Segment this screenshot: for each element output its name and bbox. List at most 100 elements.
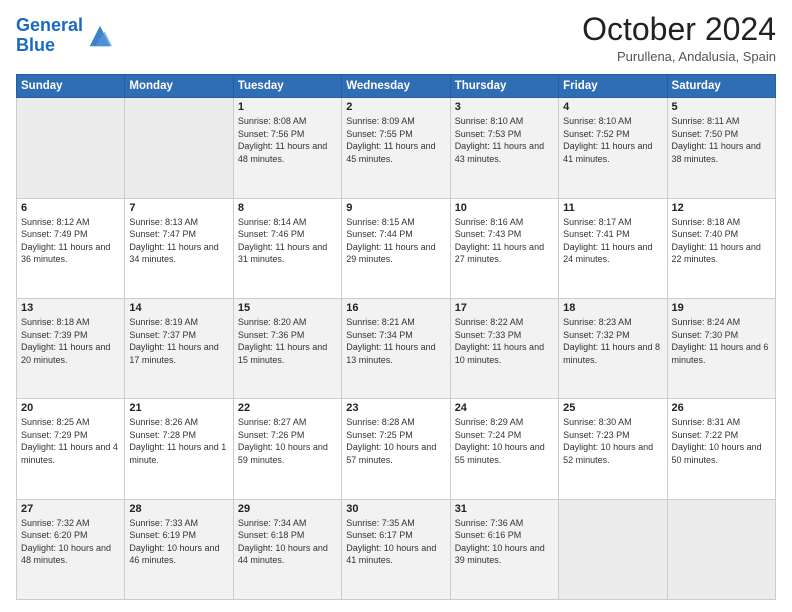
day-number: 29 xyxy=(238,503,337,515)
day-info: Sunrise: 8:09 AM Sunset: 7:55 PM Dayligh… xyxy=(346,115,445,165)
day-number: 19 xyxy=(672,302,771,314)
calendar-cell: 27 Sunrise: 7:32 AM Sunset: 6:20 PM Dayli… xyxy=(17,499,125,599)
calendar-cell: 7 Sunrise: 8:13 AM Sunset: 7:47 PM Daylig… xyxy=(125,198,233,298)
day-number: 7 xyxy=(129,202,228,214)
calendar-cell: 20Sunrise: 8:25 AM Sunset: 7:29 PM Dayli… xyxy=(17,399,125,499)
calendar-cell: 11Sunrise: 8:17 AM Sunset: 7:41 PM Dayli… xyxy=(559,198,667,298)
calendar-cell: 13Sunrise: 8:18 AM Sunset: 7:39 PM Dayli… xyxy=(17,298,125,398)
calendar-cell xyxy=(559,499,667,599)
weekday-header-tuesday: Tuesday xyxy=(233,75,341,98)
day-info: Sunrise: 8:19 AM Sunset: 7:37 PM Dayligh… xyxy=(129,316,228,366)
calendar-cell: 8 Sunrise: 8:14 AM Sunset: 7:46 PM Daylig… xyxy=(233,198,341,298)
day-number: 31 xyxy=(455,503,554,515)
calendar-cell: 14 Sunrise: 8:19 AM Sunset: 7:37 PM Dayli… xyxy=(125,298,233,398)
day-number: 11 xyxy=(563,202,662,214)
weekday-header-saturday: Saturday xyxy=(667,75,775,98)
day-number: 22 xyxy=(238,402,337,414)
calendar-week-row: 27 Sunrise: 7:32 AM Sunset: 6:20 PM Dayli… xyxy=(17,499,776,599)
calendar-week-row: 1 Sunrise: 8:08 AM Sunset: 7:56 PM Daylig… xyxy=(17,98,776,198)
calendar-cell: 25 Sunrise: 8:30 AM Sunset: 7:23 PM Dayli… xyxy=(559,399,667,499)
day-number: 27 xyxy=(21,503,120,515)
calendar-cell xyxy=(667,499,775,599)
calendar-cell: 4 Sunrise: 8:10 AM Sunset: 7:52 PM Daylig… xyxy=(559,98,667,198)
day-number: 16 xyxy=(346,302,445,314)
calendar-cell: 9 Sunrise: 8:15 AM Sunset: 7:44 PM Daylig… xyxy=(342,198,450,298)
logo: General Blue xyxy=(16,16,114,56)
calendar-cell: 3 Sunrise: 8:10 AM Sunset: 7:53 PM Daylig… xyxy=(450,98,558,198)
day-info: Sunrise: 8:12 AM Sunset: 7:49 PM Dayligh… xyxy=(21,216,120,266)
day-info: Sunrise: 8:10 AM Sunset: 7:52 PM Dayligh… xyxy=(563,115,662,165)
calendar-cell: 2Sunrise: 8:09 AM Sunset: 7:55 PM Daylig… xyxy=(342,98,450,198)
day-info: Sunrise: 8:08 AM Sunset: 7:56 PM Dayligh… xyxy=(238,115,337,165)
calendar-cell: 31 Sunrise: 7:36 AM Sunset: 6:16 PM Dayli… xyxy=(450,499,558,599)
calendar-cell: 12Sunrise: 8:18 AM Sunset: 7:40 PM Dayli… xyxy=(667,198,775,298)
location: Purullena, Andalusia, Spain xyxy=(582,49,776,64)
day-info: Sunrise: 8:15 AM Sunset: 7:44 PM Dayligh… xyxy=(346,216,445,266)
day-info: Sunrise: 8:26 AM Sunset: 7:28 PM Dayligh… xyxy=(129,416,228,466)
day-number: 18 xyxy=(563,302,662,314)
calendar-cell: 18 Sunrise: 8:23 AM Sunset: 7:32 PM Dayli… xyxy=(559,298,667,398)
day-info: Sunrise: 8:14 AM Sunset: 7:46 PM Dayligh… xyxy=(238,216,337,266)
day-info: Sunrise: 8:25 AM Sunset: 7:29 PM Dayligh… xyxy=(21,416,120,466)
calendar-cell: 6 Sunrise: 8:12 AM Sunset: 7:49 PM Daylig… xyxy=(17,198,125,298)
calendar-cell xyxy=(17,98,125,198)
day-number: 8 xyxy=(238,202,337,214)
day-info: Sunrise: 7:33 AM Sunset: 6:19 PM Dayligh… xyxy=(129,517,228,567)
calendar-cell: 1 Sunrise: 8:08 AM Sunset: 7:56 PM Daylig… xyxy=(233,98,341,198)
day-number: 3 xyxy=(455,101,554,113)
logo-icon xyxy=(86,22,114,50)
day-info: Sunrise: 7:32 AM Sunset: 6:20 PM Dayligh… xyxy=(21,517,120,567)
calendar-cell: 16Sunrise: 8:21 AM Sunset: 7:34 PM Dayli… xyxy=(342,298,450,398)
day-number: 26 xyxy=(672,402,771,414)
day-number: 9 xyxy=(346,202,445,214)
day-number: 10 xyxy=(455,202,554,214)
day-info: Sunrise: 7:34 AM Sunset: 6:18 PM Dayligh… xyxy=(238,517,337,567)
calendar-week-row: 6 Sunrise: 8:12 AM Sunset: 7:49 PM Daylig… xyxy=(17,198,776,298)
calendar-week-row: 20Sunrise: 8:25 AM Sunset: 7:29 PM Dayli… xyxy=(17,399,776,499)
day-number: 4 xyxy=(563,101,662,113)
logo-blue: Blue xyxy=(16,36,83,56)
weekday-header-monday: Monday xyxy=(125,75,233,98)
weekday-header-friday: Friday xyxy=(559,75,667,98)
calendar-header-row: SundayMondayTuesdayWednesdayThursdayFrid… xyxy=(17,75,776,98)
calendar-cell: 29 Sunrise: 7:34 AM Sunset: 6:18 PM Dayli… xyxy=(233,499,341,599)
weekday-header-thursday: Thursday xyxy=(450,75,558,98)
day-number: 6 xyxy=(21,202,120,214)
day-number: 5 xyxy=(672,101,771,113)
day-info: Sunrise: 8:31 AM Sunset: 7:22 PM Dayligh… xyxy=(672,416,771,466)
calendar-cell: 23Sunrise: 8:28 AM Sunset: 7:25 PM Dayli… xyxy=(342,399,450,499)
calendar-cell: 15 Sunrise: 8:20 AM Sunset: 7:36 PM Dayli… xyxy=(233,298,341,398)
day-info: Sunrise: 7:36 AM Sunset: 6:16 PM Dayligh… xyxy=(455,517,554,567)
day-info: Sunrise: 8:22 AM Sunset: 7:33 PM Dayligh… xyxy=(455,316,554,366)
day-number: 25 xyxy=(563,402,662,414)
calendar-cell: 24Sunrise: 8:29 AM Sunset: 7:24 PM Dayli… xyxy=(450,399,558,499)
title-block: October 2024 Purullena, Andalusia, Spain xyxy=(582,12,776,64)
calendar-cell: 19 Sunrise: 8:24 AM Sunset: 7:30 PM Dayli… xyxy=(667,298,775,398)
day-info: Sunrise: 8:24 AM Sunset: 7:30 PM Dayligh… xyxy=(672,316,771,366)
day-info: Sunrise: 8:16 AM Sunset: 7:43 PM Dayligh… xyxy=(455,216,554,266)
page: General Blue October 2024 Purullena, And… xyxy=(0,0,792,612)
calendar-cell: 5 Sunrise: 8:11 AM Sunset: 7:50 PM Daylig… xyxy=(667,98,775,198)
day-info: Sunrise: 8:28 AM Sunset: 7:25 PM Dayligh… xyxy=(346,416,445,466)
day-info: Sunrise: 8:23 AM Sunset: 7:32 PM Dayligh… xyxy=(563,316,662,366)
weekday-header-wednesday: Wednesday xyxy=(342,75,450,98)
day-number: 13 xyxy=(21,302,120,314)
calendar-cell: 26 Sunrise: 8:31 AM Sunset: 7:22 PM Dayli… xyxy=(667,399,775,499)
month-title: October 2024 xyxy=(582,12,776,47)
day-info: Sunrise: 8:30 AM Sunset: 7:23 PM Dayligh… xyxy=(563,416,662,466)
logo-text: General xyxy=(16,16,83,36)
day-number: 30 xyxy=(346,503,445,515)
day-number: 15 xyxy=(238,302,337,314)
calendar-cell: 22Sunrise: 8:27 AM Sunset: 7:26 PM Dayli… xyxy=(233,399,341,499)
day-info: Sunrise: 8:11 AM Sunset: 7:50 PM Dayligh… xyxy=(672,115,771,165)
day-info: Sunrise: 8:13 AM Sunset: 7:47 PM Dayligh… xyxy=(129,216,228,266)
day-info: Sunrise: 8:18 AM Sunset: 7:40 PM Dayligh… xyxy=(672,216,771,266)
day-number: 14 xyxy=(129,302,228,314)
day-info: Sunrise: 8:20 AM Sunset: 7:36 PM Dayligh… xyxy=(238,316,337,366)
day-info: Sunrise: 7:35 AM Sunset: 6:17 PM Dayligh… xyxy=(346,517,445,567)
calendar-cell: 21 Sunrise: 8:26 AM Sunset: 7:28 PM Dayli… xyxy=(125,399,233,499)
day-number: 21 xyxy=(129,402,228,414)
day-number: 1 xyxy=(238,101,337,113)
day-info: Sunrise: 8:10 AM Sunset: 7:53 PM Dayligh… xyxy=(455,115,554,165)
calendar-week-row: 13Sunrise: 8:18 AM Sunset: 7:39 PM Dayli… xyxy=(17,298,776,398)
